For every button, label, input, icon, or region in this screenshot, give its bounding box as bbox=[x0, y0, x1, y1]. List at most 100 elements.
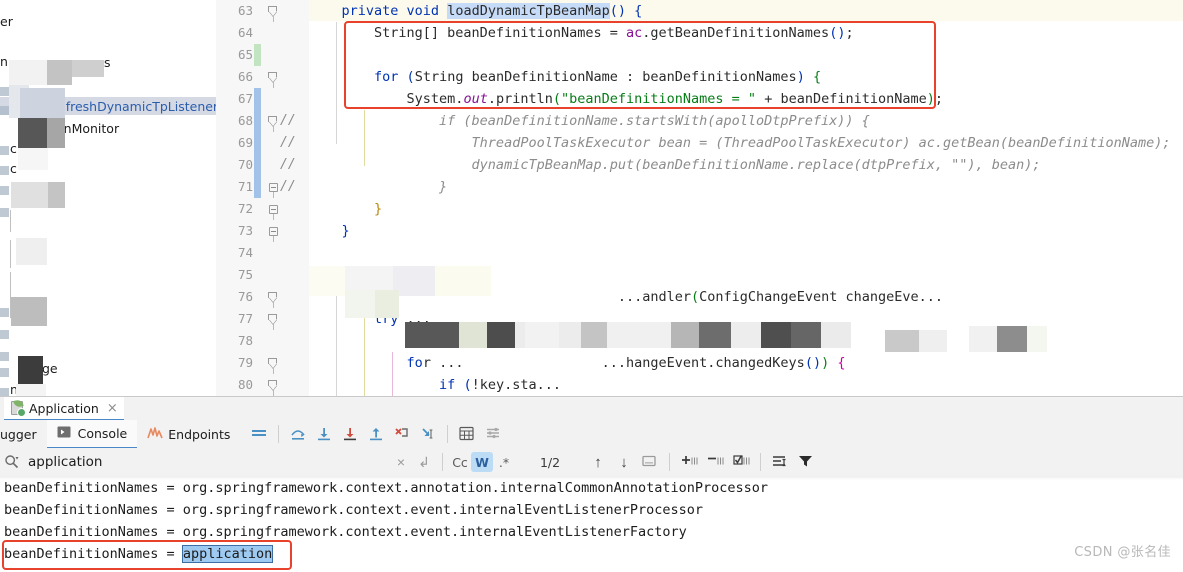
run-to-cursor-button[interactable] bbox=[415, 422, 441, 446]
fold-marker-icon[interactable] bbox=[268, 6, 278, 16]
code-line[interactable]: ThreadPoolTaskExecutor bean = (ThreadPoo… bbox=[309, 132, 1171, 154]
vcs-change-marker[interactable] bbox=[254, 44, 261, 66]
soft-wrap-button[interactable] bbox=[246, 422, 272, 446]
fold-marker-icon[interactable] bbox=[268, 314, 278, 324]
gutter-line[interactable]: 70 // bbox=[216, 154, 309, 176]
gutter-line[interactable]: 65 bbox=[216, 44, 309, 66]
gutter-line[interactable]: 63 bbox=[216, 0, 309, 22]
console-line[interactable]: beanDefinitionNames = org.springframewor… bbox=[4, 477, 768, 499]
edit-lines-button[interactable] bbox=[728, 450, 754, 474]
fold-marker-icon[interactable] bbox=[268, 292, 278, 302]
gutter-line[interactable]: 64 bbox=[216, 22, 309, 44]
tab-console[interactable]: Console bbox=[46, 419, 138, 449]
project-item-fragment[interactable]: er bbox=[0, 14, 13, 29]
tab-endpoints[interactable]: Endpoints bbox=[137, 421, 240, 448]
regex-toggle[interactable]: .* bbox=[493, 452, 515, 472]
gutter-line[interactable]: 76 bbox=[216, 286, 309, 308]
project-item-fragment[interactable]: c bbox=[10, 141, 17, 156]
select-all-occurrences-button[interactable] bbox=[637, 450, 663, 474]
force-step-into-button[interactable] bbox=[337, 422, 363, 446]
code-token: .getBeanDefinitionNames bbox=[642, 25, 830, 41]
code-token: ) bbox=[926, 91, 935, 107]
code-line[interactable]: System.out.println("beanDefinitionNames … bbox=[309, 88, 944, 110]
gutter-line[interactable]: 69 // bbox=[216, 132, 309, 154]
gutter-line[interactable]: 75 bbox=[216, 264, 309, 286]
drop-frame-button[interactable] bbox=[389, 422, 415, 446]
settings-button[interactable] bbox=[480, 422, 506, 446]
match-case-toggle[interactable]: Cc bbox=[449, 452, 471, 472]
vcs-change-marker[interactable] bbox=[254, 176, 261, 198]
run-tab-application[interactable]: Application × bbox=[4, 397, 124, 421]
wrap-text-icon bbox=[772, 454, 788, 470]
gutter-line[interactable]: 67 bbox=[216, 88, 309, 110]
code-line[interactable]: private void loadDynamicTpBeanMap() { bbox=[309, 0, 642, 22]
code-canvas[interactable]: private void loadDynamicTpBeanMap() { St… bbox=[309, 0, 1183, 396]
previous-match-button[interactable]: ↑ bbox=[585, 450, 611, 474]
gutter-line[interactable]: 74 bbox=[216, 242, 309, 264]
clear-search-button[interactable]: × bbox=[390, 450, 412, 474]
step-over-button[interactable] bbox=[285, 422, 311, 446]
console-line[interactable]: beanDefinitionNames = org.springframewor… bbox=[4, 521, 687, 543]
line-number: 80 bbox=[237, 377, 253, 392]
add-line-above-button[interactable] bbox=[676, 450, 702, 474]
wrap-lines-button[interactable] bbox=[767, 450, 793, 474]
close-icon[interactable]: × bbox=[107, 401, 118, 416]
gutter-line[interactable]: 78 bbox=[216, 330, 309, 352]
tab-debugger[interactable]: ugger bbox=[0, 421, 47, 448]
console-line[interactable]: beanDefinitionNames = org.springframewor… bbox=[4, 499, 703, 521]
gutter-line[interactable]: 66 bbox=[216, 66, 309, 88]
code-line[interactable]: String[] beanDefinitionNames = ac.getBea… bbox=[309, 22, 854, 44]
code-line[interactable]: for (String beanDefinitionName : beanDef… bbox=[309, 66, 821, 88]
search-field-wrapper[interactable] bbox=[0, 448, 390, 476]
fold-marker-icon[interactable] bbox=[269, 183, 278, 192]
console-line[interactable]: beanDefinitionNames = application bbox=[4, 543, 274, 565]
code-line[interactable]: if (beanDefinitionName.startsWith(apollo… bbox=[309, 110, 870, 132]
next-match-button[interactable]: ↓ bbox=[611, 450, 637, 474]
vcs-change-marker[interactable] bbox=[254, 88, 261, 110]
gutter-line[interactable]: 72 bbox=[216, 198, 309, 220]
vcs-change-marker[interactable] bbox=[254, 154, 261, 176]
gutter-line[interactable]: 79 bbox=[216, 352, 309, 374]
remove-line-button[interactable] bbox=[702, 450, 728, 474]
vcs-change-marker[interactable] bbox=[254, 110, 261, 132]
fold-marker-icon[interactable] bbox=[268, 380, 278, 390]
gutter-line[interactable]: 77 bbox=[216, 308, 309, 330]
vcs-change-marker[interactable] bbox=[254, 132, 261, 154]
project-item-refresh-dynamic-tp-listener[interactable]: efreshDynamicTpListener bbox=[58, 99, 216, 114]
console-output[interactable]: beanDefinitionNames = org.springframewor… bbox=[0, 476, 1183, 572]
project-item-fragment[interactable]: ge bbox=[42, 361, 58, 376]
fold-marker-icon[interactable] bbox=[269, 227, 278, 236]
code-token: { bbox=[634, 3, 643, 19]
code-line[interactable]: } bbox=[309, 176, 447, 198]
toolbar-separator bbox=[669, 453, 670, 471]
gutter-line[interactable]: 73 bbox=[216, 220, 309, 242]
project-item-fragment[interactable]: c bbox=[10, 161, 17, 176]
line-number: 66 bbox=[237, 69, 253, 84]
step-into-button[interactable] bbox=[311, 422, 337, 446]
fold-marker-icon[interactable] bbox=[268, 116, 278, 126]
gutter-line[interactable]: 71 // bbox=[216, 176, 309, 198]
code-line[interactable]: dynamicTpBeanMap.put(beanDefinitionName.… bbox=[309, 154, 1041, 176]
gutter-line[interactable]: 68 // bbox=[216, 110, 309, 132]
step-out-button[interactable] bbox=[363, 422, 389, 446]
fold-marker-icon[interactable] bbox=[268, 358, 278, 368]
project-tool-window[interactable]: er n. s efreshDynamicTpListener onMonito… bbox=[0, 0, 217, 396]
code-line[interactable]: if (!key.sta... bbox=[309, 374, 561, 396]
editor-gutter[interactable]: 63 64 65 66 67 68 // 69 // 70 // 71 // 72 73 74 75 76 77 78… bbox=[216, 0, 309, 396]
project-item-monitor[interactable]: onMonitor bbox=[56, 121, 119, 136]
redaction-block bbox=[18, 148, 48, 170]
multiline-search-button[interactable]: ↲ bbox=[412, 450, 436, 474]
fold-marker-icon[interactable] bbox=[268, 72, 278, 82]
code-line[interactable]: } bbox=[309, 220, 350, 242]
evaluate-expression-button[interactable] bbox=[454, 422, 480, 446]
filter-button[interactable] bbox=[793, 450, 819, 474]
project-item-fragment[interactable]: s bbox=[104, 55, 111, 70]
code-line[interactable]: for ... ...hangeEvent.changedKeys()) { bbox=[309, 352, 846, 374]
code-line[interactable]: } bbox=[309, 198, 382, 220]
whole-words-toggle[interactable]: W bbox=[471, 452, 493, 472]
redaction-block bbox=[47, 60, 72, 85]
search-input[interactable] bbox=[28, 454, 368, 470]
search-icon[interactable] bbox=[4, 454, 20, 470]
fold-marker-icon[interactable] bbox=[269, 205, 278, 214]
gutter-line[interactable]: 80 bbox=[216, 374, 309, 396]
